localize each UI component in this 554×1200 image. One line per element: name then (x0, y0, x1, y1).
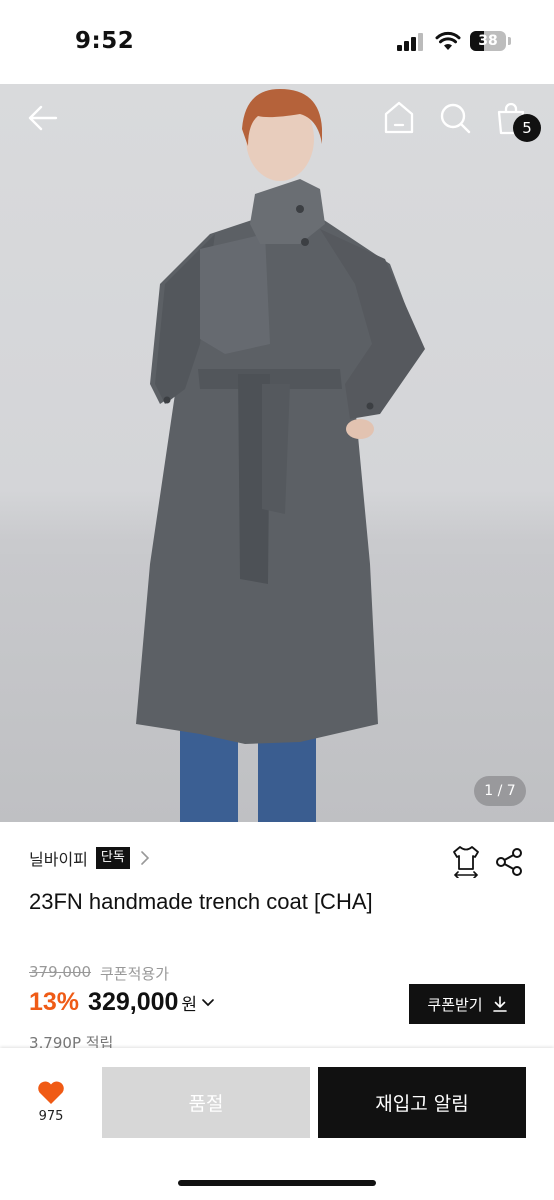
coupon-button-label: 쿠폰받기 (427, 995, 483, 1014)
cart-count-badge: 5 (513, 114, 541, 142)
product-image[interactable] (0, 84, 554, 822)
soldout-button[interactable]: 품절 (102, 1067, 310, 1138)
share-icon[interactable] (494, 847, 524, 877)
size-guide-icon[interactable] (450, 844, 482, 878)
back-arrow-icon (28, 105, 58, 131)
model-photo (136, 89, 425, 822)
sale-price: 329,000 (88, 987, 179, 1016)
search-icon (440, 103, 471, 134)
exclusive-badge: 단독 (95, 847, 130, 869)
restock-alert-button[interactable]: 재입고 알림 (318, 1067, 526, 1138)
chevron-right-icon (141, 851, 149, 865)
image-page-indicator: 1 / 7 (474, 776, 526, 806)
brand-row[interactable]: 닐바이피 단독 (29, 844, 152, 872)
status-bar: 9:52 38 (0, 0, 554, 84)
search-button[interactable] (438, 101, 472, 135)
wifi-icon (435, 31, 461, 50)
chevron-down-icon[interactable] (201, 995, 215, 1009)
currency: 원 (181, 994, 198, 1015)
signal-icon (397, 33, 425, 51)
like-count: 975 (38, 1109, 64, 1124)
coupon-price-label: 쿠폰적용가 (100, 965, 170, 983)
like-button[interactable]: 975 (28, 1080, 74, 1130)
brand-name[interactable]: 닐바이피 (29, 846, 88, 870)
download-icon (492, 996, 507, 1012)
home-button[interactable] (382, 100, 416, 136)
price-row[interactable]: 13% 329,000 원 (29, 985, 215, 1019)
battery-icon: 38 (470, 31, 506, 51)
heart-icon (38, 1081, 64, 1104)
original-price: 379,000 (29, 963, 92, 981)
coupon-download-button[interactable]: 쿠폰받기 (409, 984, 525, 1024)
back-button[interactable] (26, 101, 60, 135)
status-time: 9:52 (75, 28, 135, 54)
product-title: 23FN handmade trench coat [CHA] (29, 889, 373, 914)
home-icon (384, 101, 414, 134)
battery-cap (508, 37, 511, 45)
discount-rate: 13% (29, 987, 80, 1016)
home-indicator (178, 1180, 376, 1186)
battery-level: 38 (478, 33, 498, 49)
